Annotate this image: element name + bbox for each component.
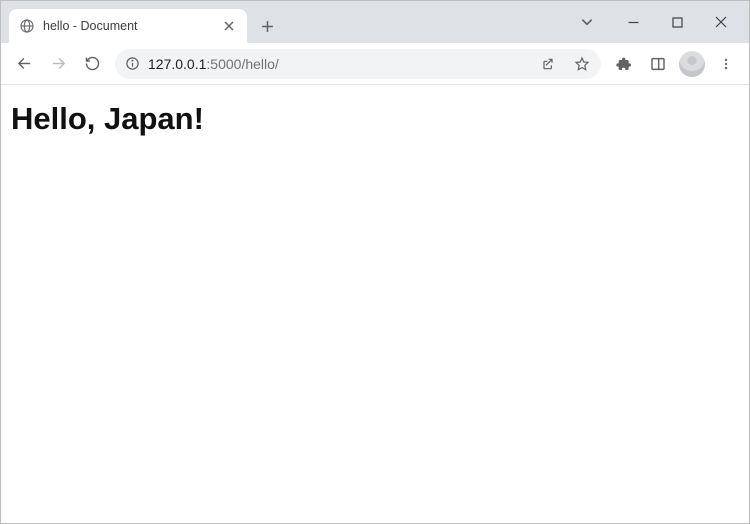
tab-strip: hello - Document bbox=[1, 1, 569, 43]
back-button[interactable] bbox=[9, 49, 39, 79]
share-button[interactable] bbox=[535, 51, 561, 77]
close-tab-button[interactable] bbox=[221, 18, 237, 34]
close-window-button[interactable] bbox=[699, 7, 743, 37]
url-port: :5000 bbox=[206, 56, 241, 72]
url-text: 127.0.0.1:5000/hello/ bbox=[148, 56, 527, 72]
maximize-button[interactable] bbox=[655, 7, 699, 37]
tab-search-button[interactable] bbox=[569, 7, 605, 37]
url-path: /hello/ bbox=[241, 56, 278, 72]
browser-tab[interactable]: hello - Document bbox=[9, 9, 247, 43]
new-tab-button[interactable] bbox=[253, 12, 281, 40]
globe-icon bbox=[19, 18, 35, 34]
side-panel-button[interactable] bbox=[643, 49, 673, 79]
address-bar[interactable]: 127.0.0.1:5000/hello/ bbox=[115, 49, 601, 79]
tab-title: hello - Document bbox=[43, 19, 213, 33]
site-info-icon[interactable] bbox=[125, 56, 140, 71]
window-controls bbox=[569, 1, 749, 43]
url-host: 127.0.0.1 bbox=[148, 56, 206, 72]
bookmark-button[interactable] bbox=[569, 51, 595, 77]
page-content: Hello, Japan! bbox=[1, 85, 749, 523]
profile-avatar[interactable] bbox=[679, 51, 705, 77]
menu-button[interactable] bbox=[711, 49, 741, 79]
window-titlebar: hello - Document bbox=[1, 1, 749, 43]
reload-button[interactable] bbox=[77, 49, 107, 79]
page-heading: Hello, Japan! bbox=[11, 101, 739, 137]
minimize-button[interactable] bbox=[611, 7, 655, 37]
extensions-button[interactable] bbox=[609, 49, 639, 79]
browser-toolbar: 127.0.0.1:5000/hello/ bbox=[1, 43, 749, 85]
forward-button[interactable] bbox=[43, 49, 73, 79]
